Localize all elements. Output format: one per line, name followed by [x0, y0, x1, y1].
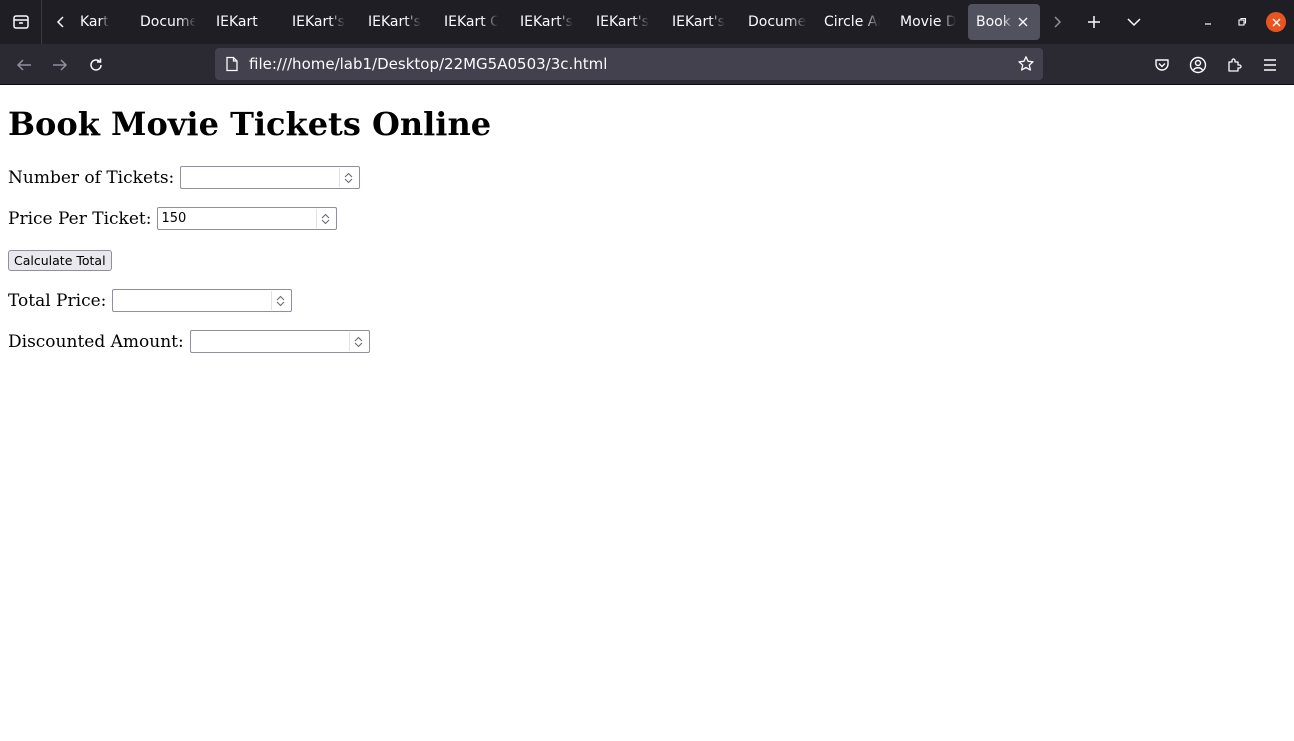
price-input-box[interactable] [157, 207, 338, 230]
bookmark-star-icon[interactable] [1017, 55, 1035, 73]
total-row: Total Price: [8, 289, 293, 312]
forward-button[interactable] [47, 52, 73, 78]
tab-label: IEKart's [292, 14, 345, 30]
pocket-icon [1155, 59, 1169, 71]
number-spinner[interactable] [271, 291, 289, 310]
discount-input[interactable] [190, 331, 341, 352]
spin-down-icon[interactable] [276, 301, 285, 307]
list-all-tabs-button[interactable] [1122, 10, 1146, 34]
hamburger-menu-icon [1264, 59, 1276, 71]
restore-icon [1238, 17, 1247, 26]
price-input[interactable] [158, 208, 309, 229]
tab-scroll-left-button[interactable] [50, 11, 72, 33]
puzzle-icon [1228, 58, 1242, 72]
price-row: Price Per Ticket: [8, 207, 338, 230]
chevron-left-icon [56, 16, 64, 28]
arrow-right-icon [53, 59, 68, 71]
window-minimize-button[interactable] [1196, 10, 1220, 34]
browser-tab[interactable]: IEKart's [360, 4, 422, 40]
browser-tab[interactable]: IEKart's [512, 4, 574, 40]
browser-tab[interactable]: Circle Ar [816, 4, 880, 40]
tab-label: IEKart's [596, 14, 649, 30]
browser-tab[interactable]: IEKart's [664, 4, 726, 40]
minimize-icon [1205, 23, 1211, 25]
browser-tab[interactable]: Kart [72, 4, 130, 40]
total-input[interactable] [113, 290, 264, 311]
firefox-view-icon [12, 15, 29, 29]
extensions-button[interactable] [1221, 52, 1247, 78]
arrow-left-icon [16, 59, 31, 71]
browser-tab-active[interactable]: Book [968, 4, 1040, 40]
price-label: Price Per Ticket: [8, 208, 152, 229]
tab-label: IEKart [216, 14, 258, 30]
page-icon [226, 56, 238, 72]
browser-tab[interactable]: Document [740, 4, 806, 40]
calculate-total-button[interactable]: Calculate Total [8, 250, 112, 271]
tickets-label: Number of Tickets: [8, 167, 175, 188]
close-icon [1272, 18, 1280, 26]
number-spinner[interactable] [316, 209, 334, 228]
close-icon [1018, 17, 1028, 27]
app-menu-button[interactable] [1257, 52, 1283, 78]
spin-down-icon[interactable] [321, 219, 330, 225]
tab-label: Circle Ar [824, 14, 880, 30]
total-input-box[interactable] [112, 289, 293, 312]
reload-icon [90, 58, 102, 71]
window-restore-button[interactable] [1230, 10, 1254, 34]
page-title: Book Movie Tickets Online [8, 105, 492, 143]
reload-button[interactable] [83, 52, 109, 78]
account-icon [1189, 56, 1207, 74]
pocket-button[interactable] [1149, 52, 1175, 78]
discount-row: Discounted Amount: [8, 330, 370, 353]
browser-tab[interactable]: IEKart [208, 4, 272, 40]
chevron-right-icon [1054, 16, 1062, 28]
browser-tab[interactable]: Document [132, 4, 196, 40]
plus-icon [1088, 16, 1100, 28]
tab-strip: Kart Document IEKart IEKart's IEKart's I… [0, 0, 1294, 44]
tab-label: IEKart's [368, 14, 421, 30]
number-spinner[interactable] [339, 168, 357, 187]
tab-label: Document [140, 14, 196, 30]
window-close-button[interactable] [1266, 12, 1286, 32]
back-button[interactable] [11, 52, 37, 78]
browser-tab[interactable]: IEKart's [284, 4, 346, 40]
total-label: Total Price: [8, 290, 107, 311]
tab-label: IEKart C [444, 14, 498, 30]
tab-close-button[interactable] [1014, 13, 1032, 31]
tickets-input[interactable] [181, 167, 332, 188]
browser-tab[interactable]: IEKart C [436, 4, 498, 40]
spin-down-icon[interactable] [344, 178, 353, 184]
url-text: file:///home/lab1/Desktop/22MG5A0503/3c.… [249, 55, 608, 73]
account-button[interactable] [1185, 52, 1211, 78]
browser-tab[interactable]: Movie D [892, 4, 956, 40]
firefox-view-button[interactable] [0, 0, 42, 44]
tab-label: Kart [80, 14, 109, 30]
chevron-down-icon [1127, 18, 1141, 27]
page-content: Book Movie Tickets Online Number of Tick… [0, 85, 1294, 741]
tab-scroll-right-button[interactable] [1046, 11, 1068, 33]
tickets-input-box[interactable] [180, 166, 361, 189]
url-bar[interactable]: file:///home/lab1/Desktop/22MG5A0503/3c.… [215, 48, 1043, 80]
spin-down-icon[interactable] [354, 342, 363, 348]
tab-label: Movie D [900, 14, 956, 30]
tab-label: IEKart's [520, 14, 573, 30]
discount-label: Discounted Amount: [8, 331, 184, 352]
number-spinner[interactable] [348, 332, 367, 351]
tab-label: Book [976, 14, 1011, 30]
tab-label: IEKart's [672, 14, 725, 30]
tab-label: Document [748, 14, 806, 30]
discount-input-box[interactable] [189, 330, 370, 353]
browser-tab[interactable]: IEKart's [588, 4, 650, 40]
new-tab-button[interactable] [1082, 10, 1106, 34]
tickets-row: Number of Tickets: [8, 166, 361, 189]
navigation-toolbar: file:///home/lab1/Desktop/22MG5A0503/3c.… [0, 44, 1294, 85]
